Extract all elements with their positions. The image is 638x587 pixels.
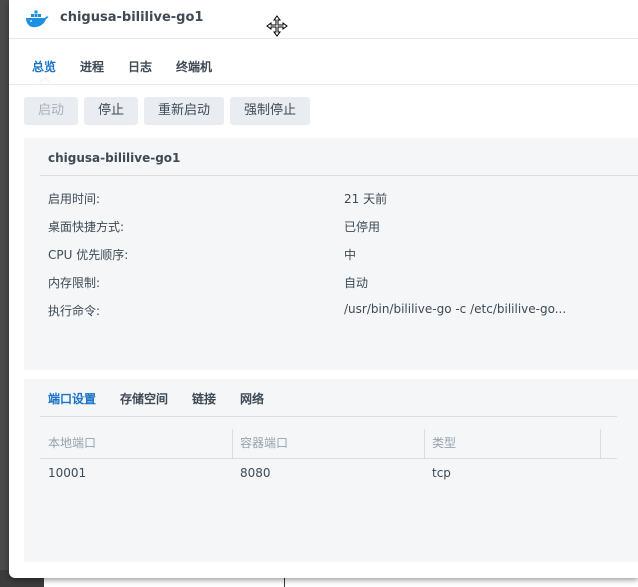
cpu-priority-label: CPU 优先顺序:: [48, 248, 129, 262]
subtab-storage[interactable]: 存储空间: [120, 390, 168, 407]
title-bar[interactable]: chigusa-bililive-go1: [9, 0, 638, 39]
desktop-shortcut-value: 已停用: [344, 220, 381, 234]
start-time-value: 21 天前: [344, 192, 388, 206]
force-stop-button[interactable]: 强制停止: [230, 97, 310, 125]
stop-button[interactable]: 停止: [84, 97, 138, 125]
docker-whale-icon: [26, 10, 49, 28]
memory-limit-value: 自动: [344, 276, 369, 290]
subtab-port-settings[interactable]: 端口设置: [48, 390, 96, 407]
restart-button[interactable]: 重新启动: [144, 97, 224, 125]
details-panel: chigusa-bililive-go1 启用时间: 21 天前 桌面快捷方式:…: [24, 138, 638, 370]
command-label: 执行命令:: [48, 304, 101, 318]
local-port-cell: 10001: [48, 466, 87, 480]
type-cell: tcp: [432, 466, 451, 480]
main-tabs: 总览 进程 日志 终端机: [9, 39, 638, 85]
subtab-links[interactable]: 链接: [192, 390, 216, 407]
command-value: /usr/bin/bililive-go -c /etc/bililive-go…: [344, 302, 567, 316]
column-separator: [600, 429, 601, 458]
start-time-label: 启用时间:: [48, 192, 101, 206]
active-tab-indicator: [39, 77, 51, 83]
tab-process[interactable]: 进程: [80, 58, 104, 75]
container-detail-window: chigusa-bililive-go1 总览 进程 日志 终端机 启动 停止 …: [9, 0, 638, 578]
start-button[interactable]: 启动: [24, 97, 78, 125]
tab-terminal[interactable]: 终端机: [176, 58, 212, 75]
window-title: chigusa-bililive-go1: [60, 10, 204, 25]
column-local-port[interactable]: 本地端口: [40, 429, 232, 458]
desktop-shortcut-label: 桌面快捷方式:: [48, 220, 125, 234]
settings-panel: 端口设置 存储空间 链接 网络 本地端口 容器端口 类型 10001 8080 …: [24, 379, 638, 562]
details-title: chigusa-bililive-go1: [48, 151, 181, 165]
ports-table-header: 本地端口 容器端口 类型: [40, 429, 617, 459]
tab-log[interactable]: 日志: [128, 58, 152, 75]
divider: [40, 416, 617, 417]
tab-overview[interactable]: 总览: [32, 58, 56, 75]
divider: [40, 175, 638, 176]
container-port-cell: 8080: [240, 466, 271, 480]
cpu-priority-value: 中: [344, 248, 357, 262]
table-row[interactable]: 10001 8080 tcp: [40, 459, 617, 487]
column-container-port[interactable]: 容器端口: [232, 429, 424, 458]
memory-limit-label: 内存限制:: [48, 276, 101, 290]
move-cursor-icon: [266, 15, 288, 37]
column-type[interactable]: 类型: [424, 429, 600, 458]
subtab-network[interactable]: 网络: [240, 390, 264, 407]
